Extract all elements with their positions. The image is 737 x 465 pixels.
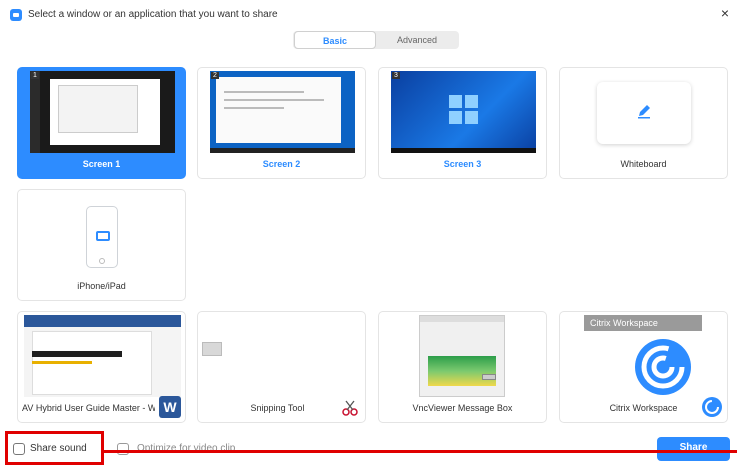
windows-logo-icon	[449, 95, 479, 125]
screen-number: 1	[31, 72, 39, 79]
window-title: Select a window or an application that y…	[28, 9, 278, 20]
share-button[interactable]: Share	[657, 437, 730, 461]
snipping-tool-label: Snipping Tool	[250, 403, 305, 413]
word-icon: W	[159, 396, 181, 418]
screen-1-thumbnail: 1	[30, 71, 175, 153]
citrix-logo-icon	[635, 339, 691, 395]
window-preview	[216, 77, 341, 143]
screen-1-tile[interactable]: 1 Screen 1	[17, 67, 186, 179]
tab-basic[interactable]: Basic	[294, 31, 376, 49]
screen-3-thumbnail: 3	[391, 71, 536, 153]
word-app-label: AV Hybrid User Guide Master - W...	[22, 403, 155, 413]
citrix-header: Citrix Workspace	[584, 315, 702, 331]
window-titlebar	[420, 316, 504, 322]
message-image	[428, 356, 496, 386]
screen-3-label: Screen 3	[443, 159, 482, 169]
screen-number: 3	[392, 72, 400, 79]
airplay-icon	[96, 231, 110, 241]
taskbar	[391, 148, 536, 153]
highlight-bar	[32, 361, 92, 364]
ok-button-preview	[482, 374, 496, 380]
tab-switcher: Basic Advanced	[293, 31, 459, 49]
text-line	[224, 107, 284, 109]
snipping-thumbnail	[202, 342, 222, 356]
taskbar	[210, 148, 355, 153]
optimize-video-checkbox[interactable]	[117, 443, 129, 455]
screen-3-tile[interactable]: 3 Screen 3	[378, 67, 547, 179]
phone-preview	[86, 206, 118, 268]
zoom-app-icon	[10, 9, 22, 21]
citrix-tile[interactable]: Citrix Workspace Citrix Workspace	[559, 311, 728, 423]
share-sound-label[interactable]: Share sound	[30, 443, 87, 454]
whiteboard-tile[interactable]: Whiteboard	[559, 67, 728, 179]
screen-2-label: Screen 2	[262, 159, 301, 169]
ribbon	[24, 315, 181, 327]
word-thumbnail	[24, 315, 181, 397]
scissors-icon	[342, 400, 358, 416]
taskbar	[30, 71, 40, 153]
word-app-tile[interactable]: AV Hybrid User Guide Master - W... W	[17, 311, 186, 423]
vncviewer-label: VncViewer Message Box	[412, 403, 513, 413]
citrix-icon	[702, 397, 722, 417]
vncviewer-thumbnail	[419, 315, 505, 397]
iphone-ipad-tile[interactable]: iPhone/iPad	[17, 189, 186, 301]
vncviewer-tile[interactable]: VncViewer Message Box	[378, 311, 547, 423]
home-button	[99, 258, 105, 264]
screen-2-thumbnail: 2	[210, 71, 355, 153]
window-preview-inner	[58, 85, 138, 133]
screen-1-label: Screen 1	[82, 159, 121, 169]
optimize-video-label[interactable]: Optimize for video clip	[137, 443, 235, 454]
close-icon[interactable]: ×	[721, 6, 729, 20]
text-line	[224, 99, 324, 101]
highlight-bar	[32, 351, 122, 357]
pen-icon	[638, 105, 650, 119]
citrix-thumbnail: Citrix Workspace	[584, 315, 702, 397]
text-line	[224, 91, 304, 93]
snipping-tool-tile[interactable]: Snipping Tool	[197, 311, 366, 423]
whiteboard-label: Whiteboard	[620, 159, 667, 169]
footer-bar: Share sound Optimize for video clip	[0, 430, 737, 465]
screen-2-tile[interactable]: 2 Screen 2	[197, 67, 366, 179]
title-bar: Select a window or an application that y…	[0, 0, 737, 30]
share-sound-checkbox[interactable]	[13, 443, 25, 455]
screen-number: 2	[211, 72, 219, 79]
iphone-ipad-label: iPhone/iPad	[77, 281, 126, 291]
tab-advanced[interactable]: Advanced	[376, 31, 458, 49]
whiteboard-preview	[597, 82, 691, 144]
